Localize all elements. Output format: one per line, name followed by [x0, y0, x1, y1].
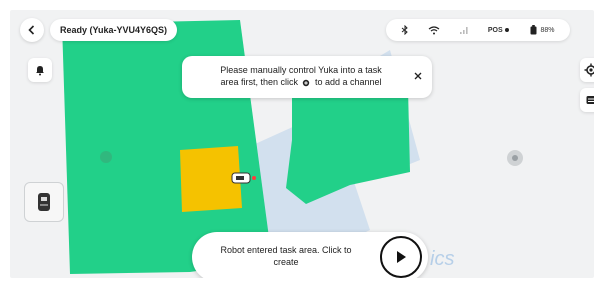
top-bar: Ready (Yuka-YVU4Y6QS) POS 88% — [10, 10, 594, 48]
close-icon — [414, 72, 422, 80]
tooltip-line-1: Please manually control Yuka into a task — [220, 65, 382, 75]
robot-status-pill[interactable]: Ready (Yuka-YVU4Y6QS) — [50, 19, 178, 41]
marker-right-center — [512, 155, 518, 161]
tooltip-line-2: area first, then click to add a channel — [194, 76, 408, 88]
back-icon — [28, 25, 35, 35]
tooltip-close-button[interactable] — [410, 68, 426, 84]
bluetooth-icon — [401, 25, 409, 35]
map-screen: Ready (Yuka-YVU4Y6QS) POS 88% Please man… — [10, 10, 594, 278]
layers-icon — [586, 96, 594, 104]
marker-left — [100, 151, 112, 163]
tooltip-line-2-end: to add a channel — [315, 77, 382, 87]
pos-icon — [504, 28, 509, 32]
robot-entered-text: Robot entered task area. Click to create — [206, 244, 366, 268]
robot-status-label: Ready (Yuka-YVU4Y6QS) — [60, 25, 168, 35]
wifi-icon — [428, 25, 440, 35]
pos-indicator: POS — [488, 26, 511, 34]
create-play-button[interactable] — [380, 236, 422, 278]
signal-icon — [459, 25, 469, 35]
play-icon — [397, 251, 406, 263]
battery-icon — [530, 25, 537, 35]
pos-label: POS — [487, 26, 503, 34]
system-status-pill: POS 88% — [386, 19, 570, 41]
battery-indicator: 88% — [530, 25, 555, 35]
instruction-tooltip: Please manually control Yuka into a task… — [182, 56, 432, 98]
app-frame: Ready (Yuka-YVU4Y6QS) POS 88% Please man… — [0, 0, 604, 284]
charging-dock[interactable] — [24, 182, 64, 222]
layers-button[interactable] — [580, 88, 594, 112]
locate-icon — [584, 63, 594, 77]
robot-entered-card: Robot entered task area. Click to create — [192, 232, 428, 278]
notification-button[interactable] — [28, 58, 52, 82]
locate-button[interactable] — [580, 58, 594, 82]
robot-entered-line-1: Robot entered task area. Click to — [220, 245, 352, 255]
bell-icon — [36, 66, 44, 76]
back-button[interactable] — [20, 18, 44, 42]
robot-entered-line-2: create — [273, 257, 299, 267]
add-channel-icon — [303, 79, 310, 86]
tooltip-line-2-start: area first, then click — [220, 77, 298, 87]
watermark-text: ics — [430, 248, 455, 270]
battery-label: 88% — [540, 26, 555, 34]
dock-icon — [38, 193, 50, 211]
lawn-right — [286, 80, 410, 204]
